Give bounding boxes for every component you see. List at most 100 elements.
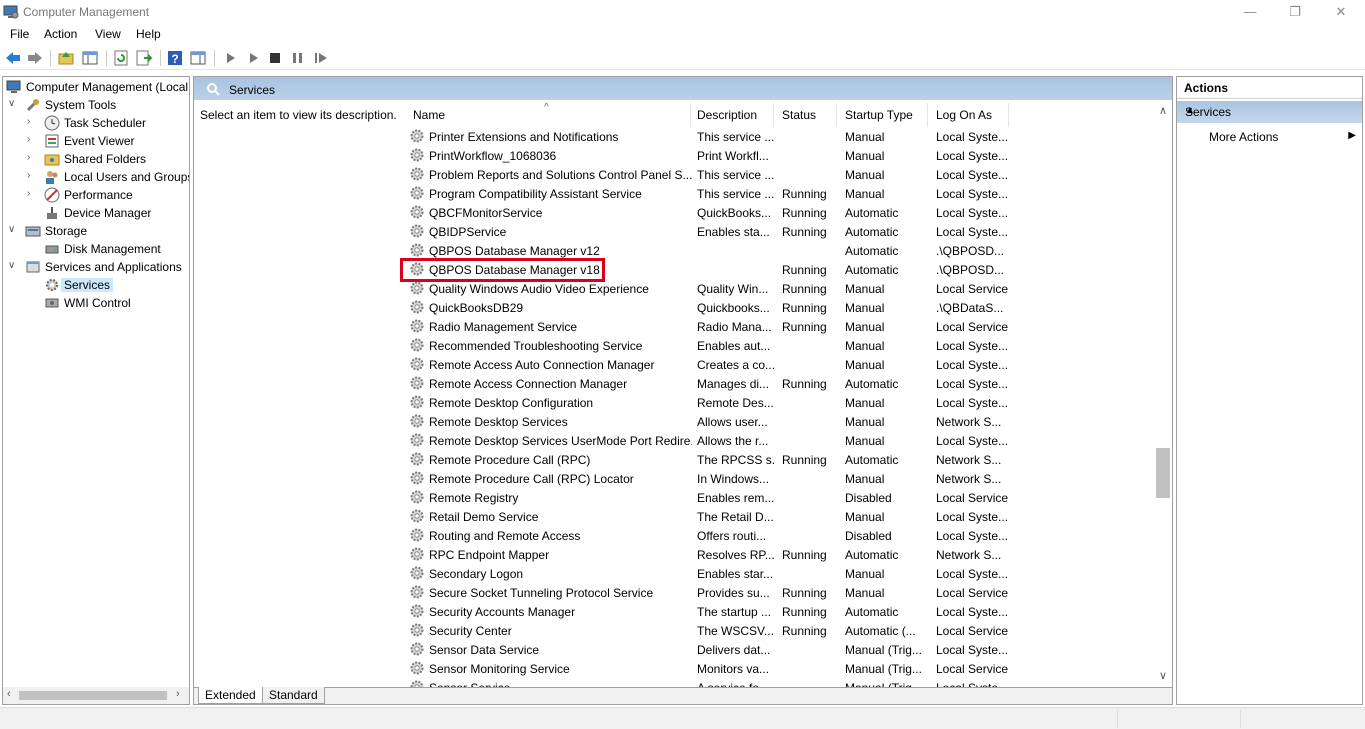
- help-icon[interactable]: ?: [166, 49, 184, 67]
- service-row[interactable]: RPC Endpoint Mapper Resolves RP... Running…: [406, 545, 1164, 564]
- show-hide-tree-icon[interactable]: [81, 49, 99, 67]
- service-row[interactable]: Remote Desktop Services Allows user... Man…: [406, 412, 1164, 431]
- expand-chevron-icon[interactable]: ›: [27, 188, 37, 200]
- tree-horizontal-scrollbar[interactable]: ‹ ›: [3, 687, 189, 704]
- service-startup-type: Manual: [845, 567, 885, 581]
- minimize-button[interactable]: —: [1227, 2, 1273, 22]
- collapse-triangle-icon[interactable]: ▲: [1185, 105, 1354, 116]
- service-gear-icon: [410, 338, 424, 352]
- tree-item-label: Event Viewer: [64, 134, 135, 148]
- service-startup-type: Manual: [845, 396, 885, 410]
- tab-extended[interactable]: Extended: [198, 687, 263, 704]
- service-row[interactable]: QuickBooksDB29 Quickbooks... Running Manual…: [406, 298, 1164, 317]
- menu-action[interactable]: Action: [44, 27, 77, 41]
- service-row[interactable]: Remote Procedure Call (RPC) Locator In Wi…: [406, 469, 1164, 488]
- service-row[interactable]: Secondary Logon Enables star... Manual Loca…: [406, 564, 1164, 583]
- service-row[interactable]: QBIDPService Enables sta... Running Automat…: [406, 222, 1164, 241]
- collapse-chevron-icon[interactable]: ∨: [8, 224, 18, 236]
- service-row[interactable]: Security Center The WSCSV... Running Automa…: [406, 621, 1164, 640]
- service-status: Running: [782, 206, 827, 220]
- service-row[interactable]: Routing and Remote Access Offers routi...…: [406, 526, 1164, 545]
- expand-chevron-icon[interactable]: ›: [27, 116, 37, 128]
- menu-help[interactable]: Help: [136, 27, 161, 41]
- service-row[interactable]: Security Accounts Manager The startup ...…: [406, 602, 1164, 621]
- service-log-on-as: .\QBPOSD...: [936, 244, 1005, 258]
- actions-section-services[interactable]: Services ▲: [1177, 101, 1362, 123]
- start-service-icon[interactable]: [222, 49, 240, 67]
- service-gear-icon: [410, 547, 424, 561]
- tree-item-label: WMI Control: [64, 296, 131, 310]
- more-actions-item[interactable]: More Actions ▶: [1177, 127, 1362, 147]
- service-log-on-as: Local Syste...: [936, 605, 1008, 619]
- service-name: QuickBooksDB29: [429, 301, 524, 315]
- scroll-right-icon[interactable]: ›: [176, 688, 180, 700]
- expand-chevron-icon[interactable]: ›: [27, 170, 37, 182]
- service-row[interactable]: Secure Socket Tunneling Protocol Service…: [406, 583, 1164, 602]
- storage-icon: [25, 226, 41, 237]
- menu-view[interactable]: View: [95, 27, 121, 41]
- collapse-chevron-icon[interactable]: ∨: [8, 98, 18, 110]
- refresh-icon[interactable]: [112, 49, 130, 67]
- restart-service-icon[interactable]: [312, 49, 330, 67]
- service-row[interactable]: Remote Access Connection Manager Manages …: [406, 374, 1164, 393]
- service-name: Security Center: [429, 624, 512, 638]
- stop-service-icon[interactable]: [266, 49, 284, 67]
- export-list-icon[interactable]: [135, 49, 153, 67]
- service-row[interactable]: Sensor Data Service Delivers dat... Manual…: [406, 640, 1164, 659]
- service-row[interactable]: QBCFMonitorService QuickBooks... Running Au…: [406, 203, 1164, 222]
- service-log-on-as: Local Syste...: [936, 510, 1008, 524]
- service-row[interactable]: Problem Reports and Solutions Control Pa…: [406, 165, 1164, 184]
- service-name: Sensor Data Service: [429, 643, 540, 657]
- column-header-name[interactable]: Name ^: [406, 102, 690, 127]
- column-header-status[interactable]: Status: [774, 103, 836, 127]
- scroll-up-icon[interactable]: ∧: [1159, 104, 1167, 117]
- service-row[interactable]: Radio Management Service Radio Mana... Run…: [406, 317, 1164, 336]
- service-startup-type: Manual: [845, 168, 885, 182]
- service-row[interactable]: Program Compatibility Assistant Service T…: [406, 184, 1164, 203]
- column-header-description[interactable]: Description: [691, 103, 773, 127]
- expand-chevron-icon[interactable]: ›: [27, 152, 37, 164]
- close-button[interactable]: ✕: [1318, 2, 1364, 22]
- service-row[interactable]: Remote Access Auto Connection Manager Cre…: [406, 355, 1164, 374]
- start-outline-icon[interactable]: [245, 49, 263, 67]
- service-row[interactable]: Remote Desktop Configuration Remote Des..…: [406, 393, 1164, 412]
- service-name: QBPOS Database Manager v12: [429, 244, 600, 258]
- column-header-startup-type[interactable]: Startup Type: [837, 103, 927, 127]
- menu-file[interactable]: File: [10, 27, 29, 41]
- expand-chevron-icon[interactable]: ›: [27, 134, 37, 146]
- service-row[interactable]: PrintWorkflow_1068036 Print Workfl... Manu…: [406, 146, 1164, 165]
- service-row[interactable]: Recommended Troubleshooting Service Enabl…: [406, 336, 1164, 355]
- service-description: Remote Des...: [697, 396, 774, 410]
- collapse-chevron-icon[interactable]: ∨: [8, 260, 18, 272]
- service-gear-icon: [410, 661, 424, 675]
- forward-arrow-icon[interactable]: [26, 49, 44, 67]
- tab-standard[interactable]: Standard: [262, 687, 325, 704]
- properties-pane-icon[interactable]: [189, 49, 207, 67]
- service-startup-type: Automatic (...: [845, 624, 916, 638]
- scroll-thumb[interactable]: [1156, 448, 1170, 498]
- column-header-log-on-as[interactable]: Log On As: [928, 103, 1008, 127]
- service-startup-type: Disabled: [845, 491, 892, 505]
- services-vertical-scrollbar[interactable]: ∧ ∨: [1155, 101, 1172, 687]
- service-row[interactable]: Remote Desktop Services UserMode Port Re…: [406, 431, 1164, 450]
- up-folder-icon[interactable]: [57, 49, 75, 67]
- service-gear-icon: [410, 642, 424, 656]
- service-row[interactable]: Sensor Monitoring Service Monitors va... M…: [406, 659, 1164, 678]
- pause-service-icon[interactable]: [289, 49, 307, 67]
- scroll-left-icon[interactable]: ‹: [7, 688, 11, 700]
- service-row[interactable]: Printer Extensions and Notifications This…: [406, 127, 1164, 146]
- service-row[interactable]: Remote Registry Enables rem... Disabled Loc…: [406, 488, 1164, 507]
- back-arrow-icon[interactable]: [4, 49, 22, 67]
- scroll-thumb[interactable]: [19, 691, 167, 700]
- scroll-down-icon[interactable]: ∨: [1159, 669, 1167, 682]
- column-divider[interactable]: [1008, 103, 1009, 127]
- service-name: Routing and Remote Access: [429, 529, 581, 543]
- service-log-on-as: .\QBDataS...: [936, 301, 1004, 315]
- service-startup-type: Automatic: [845, 244, 899, 258]
- service-name: Program Compatibility Assistant Service: [429, 187, 642, 201]
- toolbar-separator: [106, 50, 107, 66]
- service-row[interactable]: Remote Procedure Call (RPC) The RPCSS s..…: [406, 450, 1164, 469]
- restore-button[interactable]: ❐: [1272, 2, 1318, 22]
- service-row[interactable]: Retail Demo Service The Retail D... Manual…: [406, 507, 1164, 526]
- service-status: Running: [782, 548, 827, 562]
